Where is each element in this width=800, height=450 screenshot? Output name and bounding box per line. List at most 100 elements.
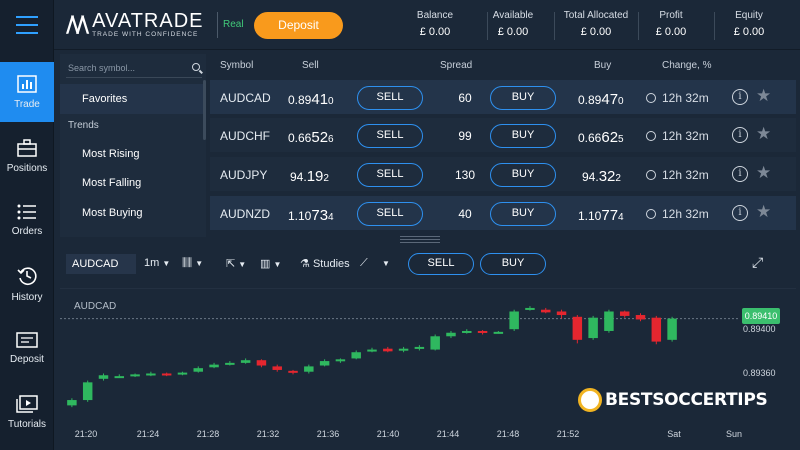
- nav-item-trade[interactable]: Trade: [0, 62, 54, 122]
- nav-item-tutorials[interactable]: Tutorials: [0, 382, 54, 442]
- row-sell-price: 1.10734: [288, 207, 334, 224]
- row-change: 12h 32m: [646, 91, 709, 105]
- stat-profit: Profit £ 0.00: [642, 10, 700, 38]
- table-row[interactable]: AUDNZD 1.10734 SELL 40 BUY 1.10774 12h 3…: [210, 196, 796, 232]
- list-item-most-falling[interactable]: Most Falling: [60, 169, 206, 197]
- buy-button[interactable]: BUY: [490, 86, 556, 110]
- list-item-favorites[interactable]: Favorites: [60, 84, 206, 114]
- studies-button[interactable]: ⚗ Studies: [300, 257, 350, 270]
- star-icon[interactable]: ★: [756, 124, 771, 144]
- nav-item-history[interactable]: History: [0, 254, 54, 314]
- candle-bullish: [304, 366, 314, 372]
- chart-type-select[interactable]: ⫼⫼ ▼: [182, 257, 203, 270]
- row-change-value: 12h 32m: [662, 207, 709, 221]
- row-buy-price: 0.89470: [578, 91, 624, 108]
- star-icon[interactable]: ★: [756, 202, 771, 222]
- stat-equity: Equity £ 0.00: [720, 10, 778, 38]
- sell-button[interactable]: SELL: [357, 202, 423, 226]
- timeframe-value: 1m: [144, 257, 160, 269]
- studies-label: Studies: [312, 258, 350, 270]
- timeframe-select[interactable]: 1m ▼: [144, 257, 170, 269]
- info-icon[interactable]: i: [732, 89, 748, 105]
- sell-button[interactable]: SELL: [357, 86, 423, 110]
- candle-bearish: [651, 317, 662, 342]
- star-icon[interactable]: ★: [756, 86, 771, 106]
- list-item-most-rising[interactable]: Most Rising: [60, 140, 206, 168]
- candle-bearish: [256, 360, 267, 366]
- buy-button[interactable]: BUY: [490, 124, 556, 148]
- info-icon[interactable]: i: [732, 166, 748, 182]
- symbol-list-panel: Search symbol... Favorites Trends Most R…: [60, 54, 206, 237]
- cursor-select[interactable]: ⇱ ▼: [226, 257, 246, 270]
- table-row[interactable]: AUDCAD 0.89410 SELL 60 BUY 0.89470 12h 3…: [210, 80, 796, 116]
- nav-item-positions[interactable]: Positions: [0, 126, 54, 186]
- x-tick-label: Sat: [667, 429, 681, 439]
- hamburger-icon[interactable]: [0, 0, 54, 50]
- candle-bearish: [161, 373, 172, 376]
- col-buy: Buy: [594, 60, 612, 71]
- table-row[interactable]: AUDJPY 94.192 SELL 130 BUY 94.322 12h 32…: [210, 157, 796, 193]
- deposit-button[interactable]: Deposit: [254, 12, 343, 39]
- price-prefix: 0.89: [288, 93, 312, 107]
- row-change: 12h 32m: [646, 168, 709, 182]
- candle-bullish: [240, 360, 251, 363]
- row-buy-price: 0.66625: [578, 129, 624, 146]
- sell-button[interactable]: SELL: [357, 163, 423, 187]
- row-buy-price: 94.322: [582, 168, 621, 185]
- price-prefix: 0.66: [578, 131, 602, 145]
- nav-item-deposit[interactable]: Deposit: [0, 318, 54, 378]
- chevron-down-icon: ▼: [273, 260, 282, 269]
- list-item-most-buying[interactable]: Most Buying: [60, 199, 206, 227]
- clock-icon: [646, 170, 656, 180]
- candle-bullish: [130, 374, 140, 377]
- row-spread: 40: [458, 207, 472, 221]
- search-input[interactable]: Search symbol...: [66, 58, 202, 78]
- candlestick-chart[interactable]: 21:20 21:24 21:28 21:32 21:36 21:40 21:44 21:48…: [60, 288, 796, 446]
- drawing-tool-dropdown[interactable]: ▼: [382, 257, 390, 269]
- info-icon[interactable]: i: [732, 205, 748, 221]
- layout-select[interactable]: ▥ ▼: [260, 257, 281, 270]
- briefcase-icon: [17, 138, 37, 157]
- soccer-ball-icon: [578, 388, 602, 412]
- star-icon[interactable]: ★: [756, 163, 771, 183]
- candle-bearish: [556, 311, 567, 316]
- row-spread: 60: [458, 91, 472, 105]
- col-spread: Spread: [440, 60, 473, 71]
- candle-bullish: [209, 364, 219, 368]
- list-item-label: Most Rising: [82, 148, 140, 160]
- nav-item-orders[interactable]: Orders: [0, 190, 54, 250]
- candle-bullish: [430, 336, 440, 350]
- chart-symbol-input[interactable]: AUDCAD: [66, 254, 136, 274]
- chart-panel: AUDCAD 1m ▼ ⫼⫼ ▼ ⇱ ▼ ▥ ▼ ⚗ Studies ⟋ ▼ S…: [60, 244, 796, 446]
- buy-button[interactable]: BUY: [490, 202, 556, 226]
- panel-resize-handle[interactable]: [400, 234, 440, 243]
- clock-icon: [646, 209, 656, 219]
- stat-value: £ 0.00: [655, 26, 687, 38]
- chart-sell-button[interactable]: SELL: [408, 253, 474, 275]
- row-symbol: AUDCHF: [220, 129, 270, 143]
- drawing-tool-button[interactable]: ⟋: [360, 257, 368, 270]
- sell-button[interactable]: SELL: [357, 124, 423, 148]
- search-icon[interactable]: [192, 63, 200, 71]
- price-fraction: 4: [328, 212, 334, 223]
- candle-bullish: [67, 400, 77, 406]
- table-row[interactable]: AUDCHF 0.66526 SELL 99 BUY 0.66625 12h 3…: [210, 118, 796, 154]
- row-change-value: 12h 32m: [662, 91, 709, 105]
- list-item-label: Most Buying: [82, 207, 143, 219]
- price-fraction: 2: [615, 173, 621, 184]
- fullscreen-icon[interactable]: ⤢: [752, 254, 763, 271]
- nav-label-tutorials: Tutorials: [8, 418, 46, 430]
- chart-buy-button[interactable]: BUY: [480, 253, 546, 275]
- candle-bullish: [146, 373, 156, 376]
- candle-bearish: [541, 309, 551, 313]
- list-item-label: Most Falling: [82, 177, 142, 189]
- buy-button[interactable]: BUY: [490, 163, 556, 187]
- nav-label-history: History: [11, 291, 43, 303]
- chevron-down-icon: ▼: [195, 259, 204, 268]
- price-pips: 52: [311, 129, 329, 146]
- info-icon[interactable]: i: [732, 127, 748, 143]
- table-header: Symbol Sell Spread Buy Change, %: [210, 54, 796, 78]
- search-placeholder: Search symbol...: [68, 63, 136, 73]
- list-scrollbar[interactable]: [203, 80, 206, 140]
- nav-label-orders: Orders: [11, 225, 43, 237]
